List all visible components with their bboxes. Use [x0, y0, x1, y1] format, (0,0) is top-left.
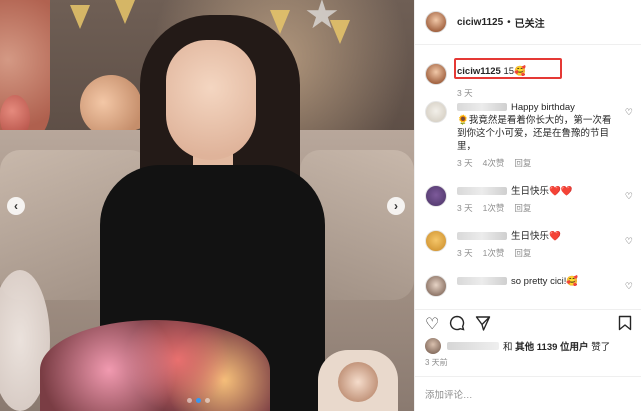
blurred-username	[457, 187, 507, 196]
commenter-avatar[interactable]	[425, 230, 447, 252]
next-slide-button[interactable]: ›	[387, 197, 405, 215]
bookmark-icon[interactable]	[618, 315, 632, 335]
bunting-flag	[70, 5, 90, 29]
reply-button[interactable]: 回复	[514, 157, 531, 170]
bunting-flag	[115, 0, 135, 24]
post-caption: ciciw1125 15🥰 3 天	[415, 45, 641, 98]
comment-item: Happy birthday 🌻我竟然是看着你长大的，第一次看到你这个小可爱，还…	[415, 101, 641, 170]
author-avatar[interactable]	[425, 11, 447, 33]
commenter-avatar[interactable]	[425, 185, 447, 207]
action-bar: ♡	[415, 309, 641, 339]
slide-dot	[187, 398, 192, 403]
post-timestamp: 3 天前	[425, 358, 448, 367]
highlight-box	[454, 58, 562, 79]
blurred-username	[457, 103, 507, 112]
comment-item: 生日快乐❤️ 3 天 1次赞 回复 ♡	[415, 230, 641, 260]
comment-likes[interactable]: 1次赞	[483, 202, 505, 215]
post-header: ciciw1125 • 已关注	[415, 0, 641, 45]
comment-likes[interactable]: 4次赞	[483, 157, 505, 170]
follow-status-button[interactable]: 已关注	[515, 15, 545, 30]
commenter-avatar[interactable]	[425, 275, 447, 297]
likes-conj: 和	[503, 342, 513, 353]
commenter-avatar[interactable]	[425, 101, 447, 123]
star-balloon: ★	[304, 0, 340, 37]
caption-avatar[interactable]	[425, 63, 447, 85]
previous-slide-button[interactable]: ‹	[7, 197, 25, 215]
comment-likes[interactable]: 1次赞	[483, 247, 505, 260]
comment-like-icon[interactable]: ♡	[625, 107, 633, 118]
blurred-username	[457, 277, 507, 286]
slide-dot-active	[196, 398, 201, 403]
comment-like-icon[interactable]: ♡	[625, 236, 633, 247]
likes-summary[interactable]: 和 其他 1139 位用户 赞了	[425, 338, 610, 354]
comment-text: 生日快乐❤️❤️	[511, 186, 573, 197]
flower-bouquet	[40, 320, 270, 411]
post-side-panel: ciciw1125 • 已关注 ciciw1125 15🥰 3 天 Happy …	[414, 0, 641, 411]
comment-time: 3 天	[457, 158, 473, 168]
comment-text: so pretty cici!🥰	[511, 276, 579, 287]
comment-icon[interactable]	[449, 315, 465, 335]
slide-indicator	[187, 398, 210, 403]
comment-time: 3 天	[457, 248, 473, 258]
cake-portrait	[338, 362, 378, 402]
comment-item: 生日快乐❤️❤️ 3 天 1次赞 回复 ♡	[415, 185, 641, 215]
comment-time: 3 天	[457, 203, 473, 213]
post-photo[interactable]: ★ ‹ ›	[0, 0, 414, 411]
slide-dot	[205, 398, 210, 403]
likes-others[interactable]: 其他 1139 位用户	[515, 339, 588, 353]
add-comment-input[interactable]: 添加评论…	[415, 376, 641, 411]
blurred-username	[457, 232, 507, 241]
share-icon[interactable]	[475, 315, 491, 335]
comment-item: so pretty cici!🥰 ♡	[415, 275, 641, 297]
caption-time: 3 天	[457, 88, 473, 98]
reply-button[interactable]: 回复	[514, 202, 531, 215]
reply-button[interactable]: 回复	[514, 247, 531, 260]
comment-like-icon[interactable]: ♡	[625, 191, 633, 202]
heart-outline-icon[interactable]: ♡	[425, 316, 439, 333]
blurred-liker-name	[447, 342, 499, 350]
comment-text: 生日快乐❤️	[511, 231, 561, 242]
comment-like-icon[interactable]: ♡	[625, 281, 633, 292]
header-separator: •	[507, 16, 511, 28]
instagram-post-modal: ★ ‹ › ciciw1125 • 已关注 ciciw1125 15🥰 3 天 …	[0, 0, 641, 411]
author-username[interactable]: ciciw1125	[457, 17, 503, 28]
person-face	[166, 40, 256, 160]
likes-suffix: 赞了	[591, 342, 611, 353]
liker-avatar	[425, 338, 441, 354]
